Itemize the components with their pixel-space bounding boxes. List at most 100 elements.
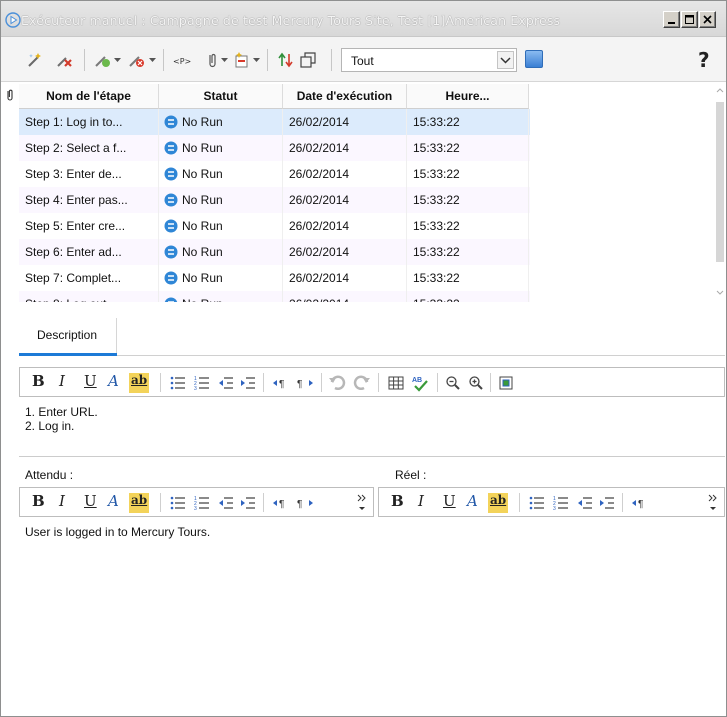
apply-filter-button[interactable] (525, 50, 543, 68)
tab-description[interactable]: Description (19, 318, 117, 354)
steps-grid: Nom de l'étape Statut Date d'exécution H… (19, 84, 719, 302)
chevron-down-icon[interactable] (253, 58, 260, 63)
zoom-in-icon[interactable] (468, 375, 484, 391)
svg-text:¶: ¶ (638, 499, 643, 510)
date-cell: 26/02/2014 (283, 187, 407, 213)
numbered-list-icon[interactable]: 123 (194, 495, 210, 511)
chevron-down-icon[interactable] (221, 58, 228, 63)
close-button[interactable] (699, 11, 716, 28)
increase-indent-icon[interactable] (599, 495, 615, 511)
spell-check-icon[interactable]: AB (411, 374, 429, 392)
actual-editor[interactable] (384, 525, 719, 705)
table-row[interactable]: Step 8: Log out No Run 26/02/2014 15:33:… (19, 291, 530, 302)
new-defect-icon[interactable] (233, 51, 251, 69)
column-header-step-name[interactable]: Nom de l'étape (19, 84, 159, 109)
status-filter-select[interactable]: Tout (341, 48, 517, 72)
table-row[interactable]: Step 3: Enter de... No Run 26/02/2014 15… (19, 161, 530, 187)
undo-icon[interactable] (328, 374, 346, 392)
ltr-paragraph-icon[interactable]: ¶ (272, 496, 290, 510)
bold-button[interactable]: B (32, 372, 45, 392)
expected-editor[interactable]: User is logged in to Mercury Tours. (25, 525, 210, 539)
toolbar-separator (321, 373, 322, 392)
ltr-paragraph-icon[interactable]: ¶ (631, 496, 649, 510)
svg-text:<P>: <P> (173, 57, 191, 66)
table-row[interactable]: Step 5: Enter cre... No Run 26/02/2014 1… (19, 213, 530, 239)
clear-results-icon[interactable] (55, 51, 73, 69)
maximize-button[interactable] (681, 11, 698, 28)
bulleted-list-icon[interactable] (529, 495, 545, 511)
scrollbar-thumb[interactable] (716, 102, 724, 262)
table-row[interactable]: Step 6: Enter ad... No Run 26/02/2014 15… (19, 239, 530, 265)
underline-button[interactable]: U (443, 492, 456, 512)
italic-button[interactable]: I (418, 492, 424, 512)
dropdown-arrow[interactable] (497, 51, 514, 69)
bold-button[interactable]: B (391, 492, 404, 512)
grid-scrollbar[interactable] (714, 84, 726, 302)
underline-button[interactable]: U (84, 372, 97, 392)
overflow-chevron-icon[interactable] (707, 491, 719, 513)
overflow-chevron-icon[interactable] (356, 491, 368, 513)
description-editor[interactable]: 1. Enter URL. 2. Log in. (25, 405, 98, 433)
decrease-indent-icon[interactable] (218, 495, 234, 511)
decrease-indent-icon[interactable] (218, 375, 234, 391)
wand-icon[interactable] (26, 51, 44, 69)
manual-runner-window: Exécuteur manuel : Campagne de test Merc… (0, 0, 727, 717)
font-color-button[interactable]: A (108, 372, 119, 392)
step-name-cell: Step 1: Log in to... (19, 109, 159, 135)
help-icon[interactable]: ? (698, 48, 716, 72)
rtl-paragraph-icon[interactable]: ¶ (296, 376, 314, 390)
status-cell: No Run (159, 109, 283, 135)
decrease-indent-icon[interactable] (577, 495, 593, 511)
column-header-date[interactable]: Date d'exécution (283, 84, 407, 109)
compact-view-icon[interactable] (299, 51, 317, 69)
fullscreen-icon[interactable] (498, 375, 514, 391)
increase-indent-icon[interactable] (240, 495, 256, 511)
numbered-list-icon[interactable]: 123 (194, 375, 210, 391)
minimize-button[interactable] (663, 11, 680, 28)
underline-button[interactable]: U (84, 492, 97, 512)
highlight-button[interactable]: ab (488, 493, 509, 513)
toolbar-separator (160, 493, 161, 512)
step-name-cell: Step 8: Log out (19, 291, 159, 302)
bulleted-list-icon[interactable] (170, 375, 186, 391)
table-row[interactable]: Step 7: Complet... No Run 26/02/2014 15:… (19, 265, 530, 291)
toolbar-separator (490, 373, 491, 392)
highlight-button[interactable]: ab (129, 373, 150, 393)
status-cell: No Run (159, 213, 283, 239)
table-icon[interactable] (388, 375, 404, 391)
chevron-down-icon[interactable] (114, 58, 121, 63)
move-steps-icon[interactable] (277, 51, 295, 69)
font-color-button[interactable]: A (467, 492, 478, 512)
fail-status-icon[interactable] (127, 51, 145, 69)
date-cell: 26/02/2014 (283, 213, 407, 239)
column-header-time[interactable]: Heure... (407, 84, 529, 109)
chevron-down-icon[interactable] (714, 288, 726, 298)
rtl-paragraph-icon[interactable]: ¶ (296, 496, 314, 510)
bold-button[interactable]: B (32, 492, 45, 512)
italic-button[interactable]: I (59, 372, 65, 392)
step-name-cell: Step 2: Select a f... (19, 135, 159, 161)
table-row[interactable]: Step 2: Select a f... No Run 26/02/2014 … (19, 135, 530, 161)
table-row[interactable]: Step 1: Log in to... No Run 26/02/2014 1… (19, 109, 530, 135)
column-header-status[interactable]: Statut (159, 84, 283, 109)
increase-indent-icon[interactable] (240, 375, 256, 391)
bulleted-list-icon[interactable] (170, 495, 186, 511)
chevron-up-icon[interactable] (714, 85, 726, 95)
chevron-down-icon (500, 57, 511, 64)
numbered-list-icon[interactable]: 123 (553, 495, 569, 511)
ltr-paragraph-icon[interactable]: ¶ (272, 376, 290, 390)
pass-status-icon[interactable] (93, 51, 111, 69)
parameters-icon[interactable]: <P> (173, 51, 191, 69)
italic-button[interactable]: I (59, 492, 65, 512)
highlight-button[interactable]: ab (129, 493, 150, 513)
chevron-down-icon[interactable] (149, 58, 156, 63)
toolbar: <P> Tout ? (1, 37, 726, 82)
attachment-icon[interactable] (203, 51, 221, 69)
status-text: No Run (182, 219, 223, 233)
status-text: No Run (182, 141, 223, 155)
font-color-button[interactable]: A (108, 492, 119, 512)
redo-icon[interactable] (353, 374, 371, 392)
table-row[interactable]: Step 4: Enter pas... No Run 26/02/2014 1… (19, 187, 530, 213)
toolbar-separator (163, 49, 164, 71)
zoom-out-icon[interactable] (445, 375, 461, 391)
